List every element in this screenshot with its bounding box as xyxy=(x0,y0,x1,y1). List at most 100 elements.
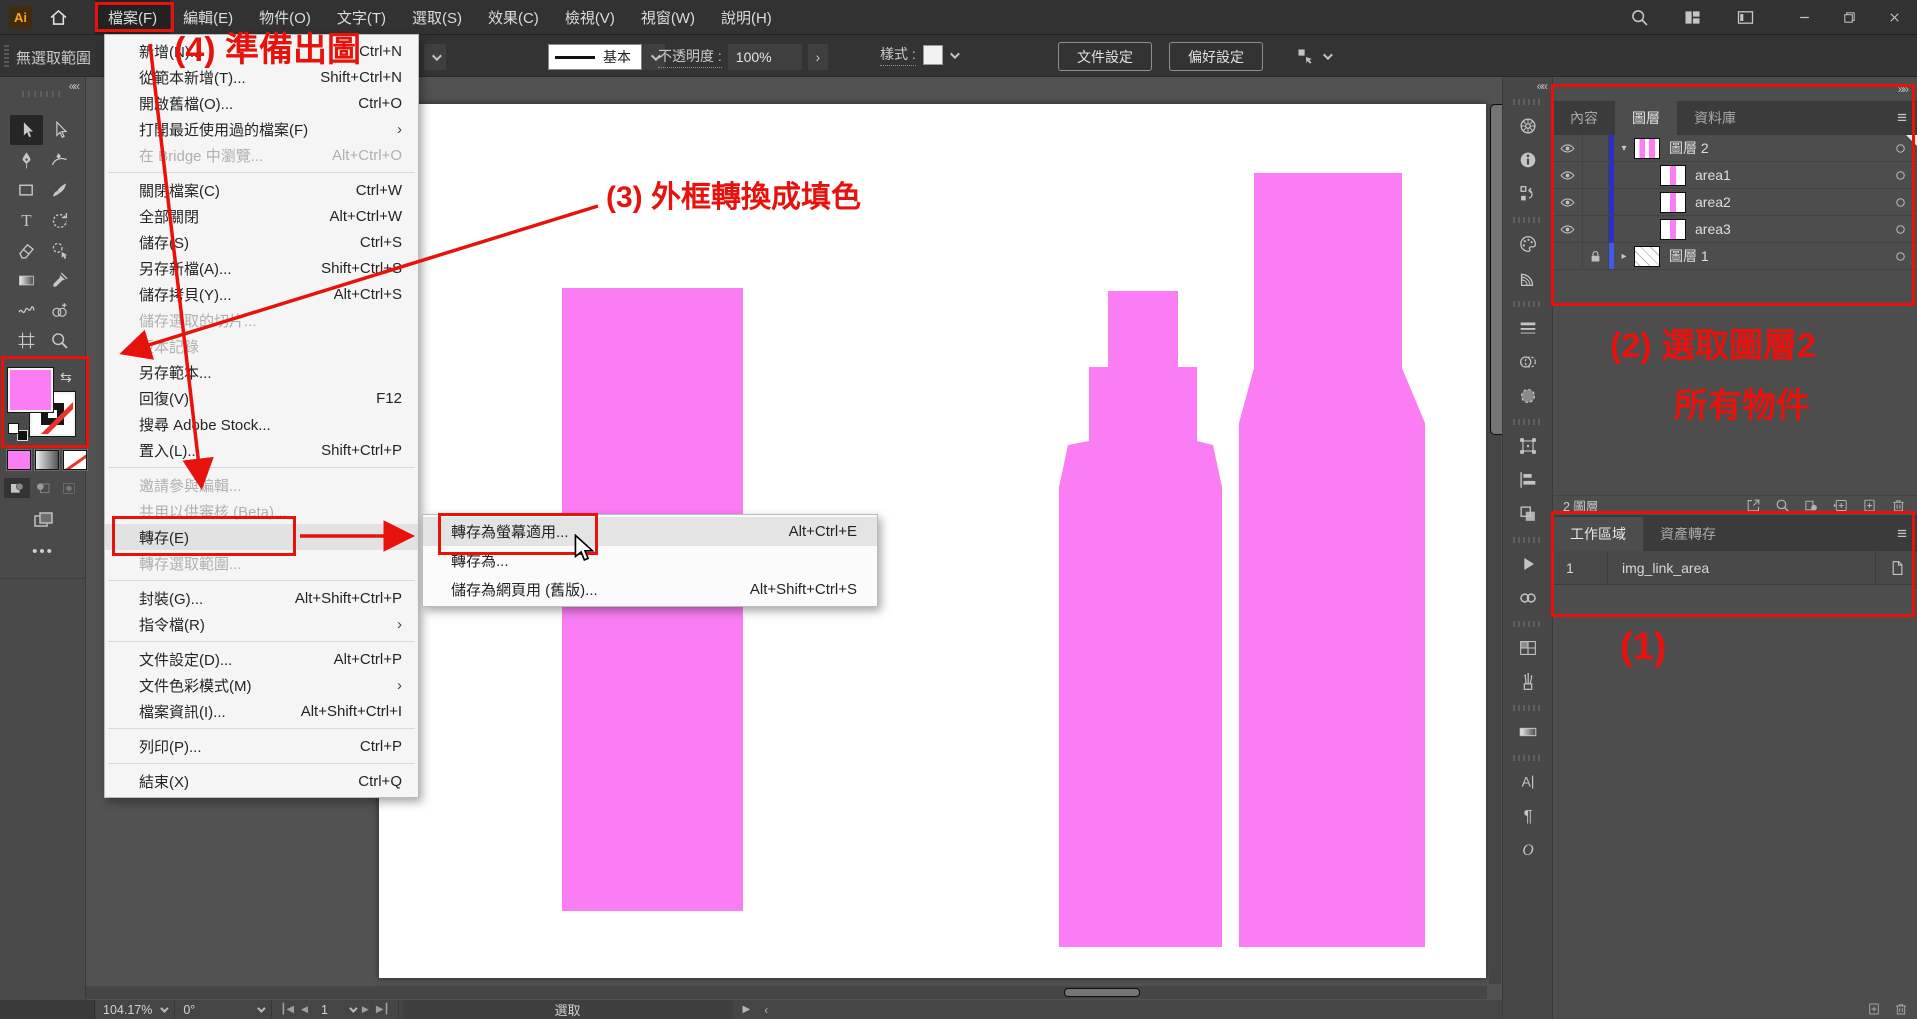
width-tool-icon[interactable] xyxy=(10,295,43,325)
next-artboard-icon[interactable]: ▶ xyxy=(362,1004,369,1015)
gradient-tool-icon[interactable] xyxy=(10,265,43,295)
preferences-button[interactable]: 偏好設定 xyxy=(1169,42,1263,71)
restore-button[interactable] xyxy=(1827,0,1872,34)
artboards-panel-tab-2[interactable]: 資產轉存 xyxy=(1643,517,1733,551)
file-menu-item-28[interactable]: 文件色彩模式(M)› xyxy=(105,672,418,698)
close-button[interactable] xyxy=(1872,0,1917,34)
document-setup-button[interactable]: 文件設定 xyxy=(1058,42,1152,71)
default-fill-stroke-icon[interactable] xyxy=(8,423,28,441)
menubar-item-5[interactable]: 選取(S) xyxy=(399,0,475,35)
pathfinder-panel-icon[interactable] xyxy=(1503,497,1552,531)
swap-fill-stroke-icon[interactable]: ⇆ xyxy=(60,369,72,386)
file-menu-item-3[interactable]: 開啟舊檔(O)...Ctrl+O xyxy=(105,90,418,116)
file-menu-item-24[interactable]: 封裝(G)...Alt+Shift+Ctrl+P xyxy=(105,585,418,611)
file-menu-item-33[interactable]: 結束(X)Ctrl+Q xyxy=(105,768,418,794)
layers-panel-tab-3[interactable]: 資料庫 xyxy=(1677,101,1753,135)
rotate-tool-icon[interactable] xyxy=(43,205,76,235)
file-menu-item-27[interactable]: 文件設定(D)...Alt+Ctrl+P xyxy=(105,646,418,672)
curvature-tool-icon[interactable] xyxy=(43,145,76,175)
shaper-tool-icon[interactable] xyxy=(43,235,76,265)
file-menu-item-14[interactable]: 另存範本... xyxy=(105,359,418,385)
file-menu-item-21[interactable]: 轉存(E)› xyxy=(105,524,418,550)
gradient-bar-panel-icon[interactable] xyxy=(1503,715,1552,749)
draw-normal-icon[interactable] xyxy=(4,478,30,498)
layer-name[interactable]: area1 xyxy=(1695,167,1731,183)
home-icon[interactable] xyxy=(48,7,69,28)
style-swatch[interactable] xyxy=(923,45,943,65)
layer-thumbnail[interactable] xyxy=(1660,192,1686,213)
stroke-panel-icon[interactable] xyxy=(1503,311,1552,345)
target-circle-icon[interactable] xyxy=(1893,168,1908,183)
style-label[interactable]: 樣式 : xyxy=(880,44,916,66)
layer-row-2[interactable]: area1 xyxy=(1553,162,1917,189)
menubar-item-9[interactable]: 說明(H) xyxy=(708,0,785,35)
horizontal-scrollbar-thumb[interactable] xyxy=(1064,988,1140,997)
minimize-button[interactable] xyxy=(1782,0,1827,34)
artboard-number-value[interactable]: 1 xyxy=(315,1003,342,1017)
stroke-style-preview[interactable]: 基本 xyxy=(548,44,642,70)
search-icon[interactable] xyxy=(1774,497,1791,514)
export-submenu-item-2[interactable]: 轉存為... xyxy=(423,546,877,575)
transparency-panel-icon[interactable] xyxy=(1503,345,1552,379)
lock-cell[interactable] xyxy=(1583,162,1609,188)
tools-grip[interactable] xyxy=(22,91,64,97)
file-menu-item-2[interactable]: 從範本新增(T)...Shift+Ctrl+N xyxy=(105,64,418,90)
file-menu-item-20[interactable]: 共用以供審核 (Beta)... xyxy=(105,498,418,524)
artboard-tool-icon[interactable] xyxy=(10,325,43,355)
eraser-tool-icon[interactable] xyxy=(10,235,43,265)
layer-thumbnail[interactable] xyxy=(1660,219,1686,240)
lock-icon[interactable] xyxy=(1583,243,1609,269)
file-menu-item-9[interactable]: 儲存(S)Ctrl+S xyxy=(105,229,418,255)
delete-icon[interactable] xyxy=(1890,497,1907,514)
file-menu-item-11[interactable]: 儲存拷貝(Y)...Alt+Ctrl+S xyxy=(105,281,418,307)
pen-tool-icon[interactable] xyxy=(10,145,43,175)
visibility-toggle-icon[interactable] xyxy=(1553,189,1583,215)
edit-toolbar-icon[interactable]: ••• xyxy=(0,543,86,560)
arrange-documents-icon[interactable] xyxy=(1719,7,1772,28)
file-menu-item-29[interactable]: 檔案資訊(I)...Alt+Shift+Ctrl+I xyxy=(105,698,418,724)
layer-name[interactable]: 圖層 1 xyxy=(1669,246,1709,266)
menubar-item-3[interactable]: 物件(O) xyxy=(246,0,324,35)
artboard-row[interactable]: 1 img_link_area xyxy=(1553,551,1917,585)
layer-row-3[interactable]: area2 xyxy=(1553,189,1917,216)
file-menu-item-22[interactable]: 轉存選取範圍... xyxy=(105,550,418,576)
first-artboard-icon[interactable]: ┃◀ xyxy=(280,1004,294,1015)
dock-grip[interactable] xyxy=(1513,537,1543,543)
rectangle-tool-icon[interactable] xyxy=(10,175,43,205)
target-circle-icon[interactable] xyxy=(1893,195,1908,210)
collect-export-icon[interactable] xyxy=(1745,497,1762,514)
stroke-style-control[interactable]: 基本 xyxy=(548,44,665,70)
layer-row-5[interactable]: ▸圖層 1 xyxy=(1553,243,1917,270)
dock-grip[interactable] xyxy=(1513,301,1543,307)
variables-panel-icon[interactable] xyxy=(1503,177,1552,211)
layers-panel-tab-1[interactable]: 內容 xyxy=(1553,101,1615,135)
paintbrush-tool-icon[interactable] xyxy=(43,175,76,205)
dock-grip[interactable] xyxy=(1513,217,1543,223)
actions-play-panel-icon[interactable] xyxy=(1503,547,1552,581)
dock-grip[interactable] xyxy=(1513,419,1543,425)
zoom-tool-icon[interactable] xyxy=(43,325,76,355)
color-panel-icon[interactable] xyxy=(1503,227,1552,261)
symbols-panel-icon[interactable] xyxy=(1503,631,1552,665)
expand-panels-icon[interactable]: »» xyxy=(1898,82,1907,96)
menubar-item-1[interactable]: 檔案(F) xyxy=(95,0,170,35)
transform-panel-icon[interactable] xyxy=(1503,429,1552,463)
isolate-selection-control[interactable] xyxy=(1295,46,1330,67)
layer-row-4[interactable]: area3 xyxy=(1553,216,1917,243)
draw-behind-icon[interactable] xyxy=(30,478,56,498)
file-menu-item-15[interactable]: 回復(V)F12 xyxy=(105,385,418,411)
color-guide-panel-icon[interactable] xyxy=(1503,261,1552,295)
target-circle-icon[interactable] xyxy=(1893,222,1908,237)
hidden-control-chevron[interactable] xyxy=(424,44,446,70)
artboard-dropdown-icon[interactable] xyxy=(349,1004,357,1012)
menubar-item-2[interactable]: 編輯(E) xyxy=(170,0,246,35)
align-panel-icon[interactable] xyxy=(1503,463,1552,497)
fill-color-swatch[interactable] xyxy=(8,368,53,412)
properties-wheel-panel-icon[interactable] xyxy=(1503,109,1552,143)
artboards-panel-tab-1[interactable]: 工作區域 xyxy=(1553,517,1643,551)
new-sublayer-icon[interactable] xyxy=(1832,497,1849,514)
menubar-item-8[interactable]: 視窗(W) xyxy=(628,0,708,35)
visibility-toggle-icon[interactable] xyxy=(1553,216,1583,242)
opentype-panel-icon[interactable]: O xyxy=(1503,833,1552,867)
lock-cell[interactable] xyxy=(1583,189,1609,215)
